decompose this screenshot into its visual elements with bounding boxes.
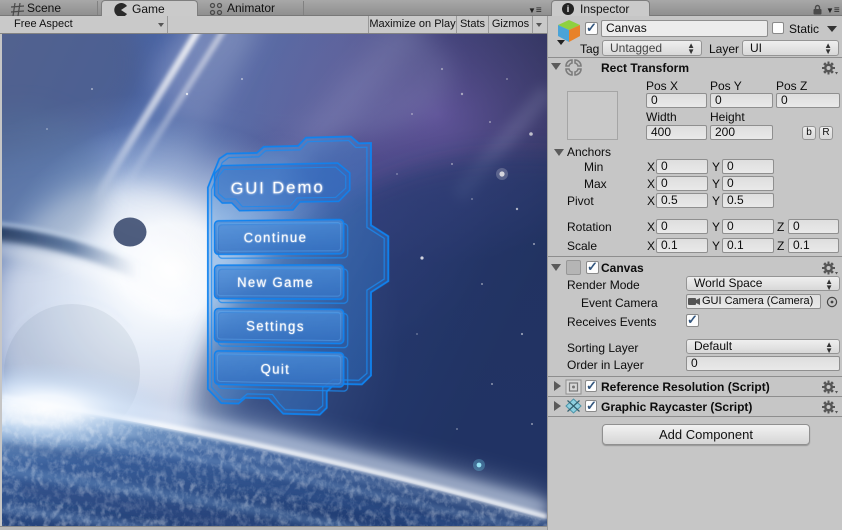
svg-text:New Game: New Game	[237, 275, 314, 290]
svg-text:GUI Demo: GUI Demo	[231, 177, 325, 198]
svg-text:Continue: Continue	[244, 230, 308, 246]
svg-text:Quit: Quit	[261, 361, 291, 377]
svg-text:Settings: Settings	[246, 318, 305, 334]
